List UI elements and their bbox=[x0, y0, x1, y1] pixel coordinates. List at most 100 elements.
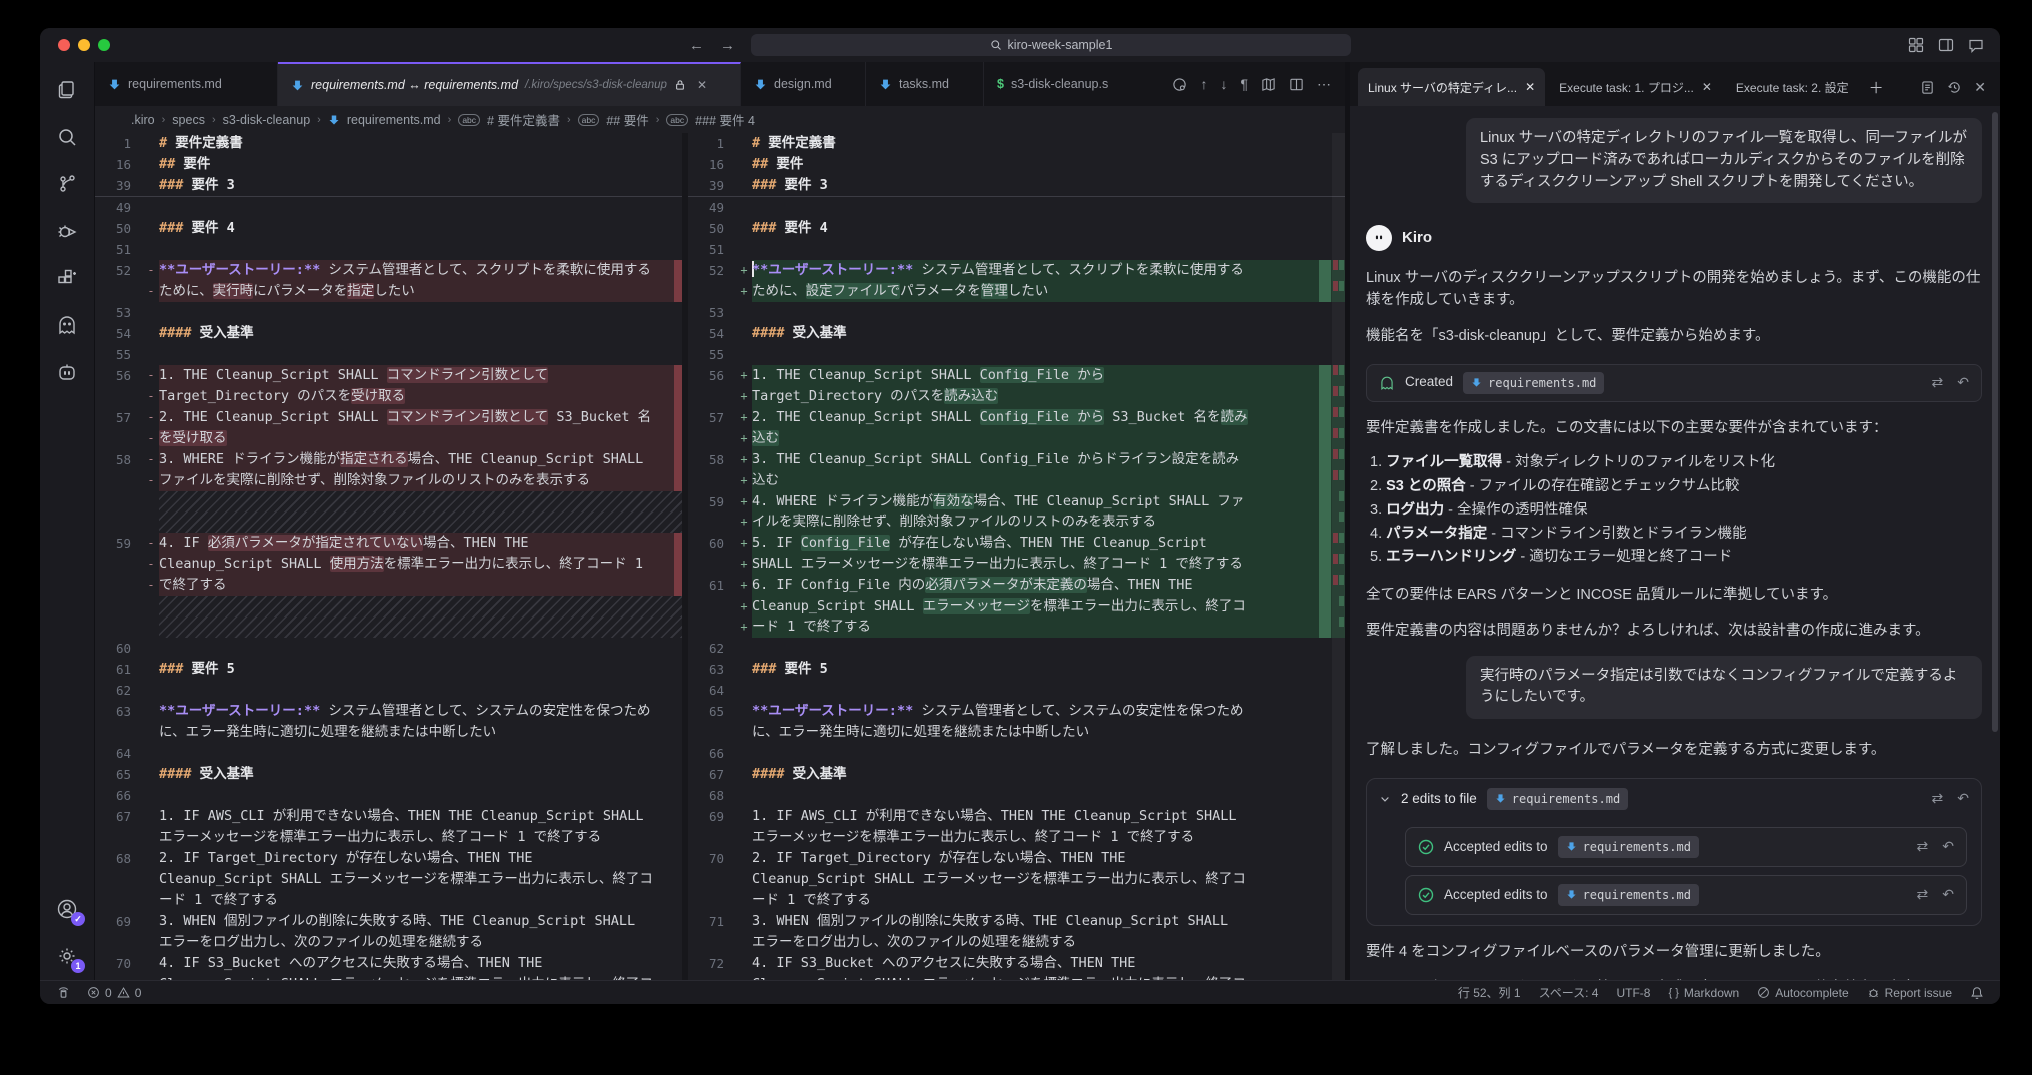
diff-row[interactable]: 51 bbox=[95, 239, 682, 260]
diff-row[interactable]: ード 1 で終了する bbox=[688, 890, 1345, 911]
diff-row[interactable]: 1 # 要件定義書 bbox=[95, 133, 682, 154]
diff-row[interactable]: 54 #### 受入基準 bbox=[95, 323, 682, 344]
settings-gear-icon[interactable]: 1 bbox=[55, 944, 85, 973]
diff-row[interactable]: ード 1 で終了する bbox=[95, 890, 682, 911]
close-window-button[interactable] bbox=[58, 39, 70, 51]
breadcrumb-item[interactable]: ## 要件 bbox=[606, 110, 648, 129]
undo-icon[interactable]: ↶ bbox=[1957, 788, 1969, 809]
whitespace-icon[interactable]: ¶ bbox=[1240, 77, 1248, 91]
diff-row[interactable]: 49 bbox=[95, 197, 682, 218]
tab-design[interactable]: design.md bbox=[741, 62, 866, 106]
accessible-diff-icon[interactable] bbox=[1172, 77, 1187, 92]
diff-row[interactable]: + ために、設定ファイルでパラメータを管理したい bbox=[688, 281, 1345, 302]
diff-row[interactable]: 64 bbox=[95, 743, 682, 764]
diff-row[interactable]: 56 +1. THE Cleanup_Script SHALL Config_Fi… bbox=[688, 365, 1345, 386]
diff-row[interactable]: + 込む bbox=[688, 428, 1345, 449]
undo-icon[interactable]: ↶ bbox=[1942, 884, 1954, 905]
diff-row[interactable]: 65 **ユーザーストーリー:** システム管理者として、システムの安定性を保つた… bbox=[688, 701, 1345, 722]
problems-indicator[interactable]: 0 0 bbox=[87, 986, 141, 1000]
next-change-icon[interactable]: ↓ bbox=[1220, 77, 1227, 91]
diff-row[interactable]: エラーをログ出力し、次のファイルの処理を継続する bbox=[95, 932, 682, 953]
diff-row[interactable]: 70 4. IF S3_Bucket へのアクセスに失敗する場合、THEN THE bbox=[95, 953, 682, 974]
diff-row[interactable]: Cleanup_Script SHALL エラーメッセージを標準エラー出力に表示… bbox=[688, 974, 1345, 980]
diff-row[interactable]: 61 +6. IF Config_File 内の必須パラメータが未定義の場合、TH… bbox=[688, 575, 1345, 596]
diff-row[interactable]: エラーメッセージを標準エラー出力に表示し、終了コード 1 で終了する bbox=[688, 827, 1345, 848]
diff-row[interactable]: 56 -1. THE Cleanup_Script SHALL コマンドライン引数… bbox=[95, 365, 682, 386]
diff-filler-row[interactable] bbox=[95, 491, 682, 512]
run-debug-icon[interactable] bbox=[55, 219, 79, 243]
diff-row[interactable]: Cleanup_Script SHALL エラーメッセージを標準エラー出力に表示… bbox=[95, 869, 682, 890]
diff-row[interactable]: 52 + **ユーザーストーリー:** システム管理者として、スクリプトを柔軟に使用… bbox=[688, 260, 1345, 281]
diff-row[interactable]: 70 2. IF Target_Directory が存在しない場合、THEN T… bbox=[688, 848, 1345, 869]
diff-row[interactable]: 66 bbox=[95, 785, 682, 806]
more-actions-icon[interactable]: ⋯ bbox=[1317, 77, 1331, 91]
open-diff-icon[interactable]: ⇄ bbox=[1932, 788, 1944, 809]
language-mode[interactable]: { } Markdown bbox=[1668, 986, 1739, 1000]
undo-icon[interactable]: ↶ bbox=[1957, 372, 1969, 393]
diff-row[interactable]: 63 **ユーザーストーリー:** システム管理者として、システムの安定性を保つた… bbox=[95, 701, 682, 722]
diff-row[interactable]: Cleanup_Script SHALL エラーメッセージを標準エラー出力に表示… bbox=[688, 869, 1345, 890]
layout-grid-icon[interactable] bbox=[1908, 37, 1924, 53]
diff-row[interactable]: 62 bbox=[95, 680, 682, 701]
diff-row[interactable]: 16 ## 要件 bbox=[95, 154, 682, 175]
diff-row[interactable]: 68 2. IF Target_Directory が存在しない場合、THEN T… bbox=[95, 848, 682, 869]
chat-tab-task1[interactable]: Execute task: 1. プロジ... ✕ bbox=[1549, 68, 1722, 106]
diff-row[interactable]: 58 -3. WHERE ドライラン機能が指定される場合、THE Cleanup_… bbox=[95, 449, 682, 470]
diff-row[interactable]: 16 ## 要件 bbox=[688, 154, 1345, 175]
overview-ruler[interactable] bbox=[1319, 133, 1331, 980]
agent-robot-icon[interactable] bbox=[55, 360, 79, 384]
diff-row[interactable]: 39 ### 要件 3 bbox=[95, 175, 682, 196]
diff-row[interactable]: 53 bbox=[688, 302, 1345, 323]
search-icon[interactable] bbox=[55, 125, 79, 149]
diff-row[interactable]: 61 ### 要件 5 bbox=[95, 659, 682, 680]
diff-row[interactable]: エラーをログ出力し、次のファイルの処理を継続する bbox=[688, 932, 1345, 953]
diff-row[interactable]: 51 bbox=[688, 239, 1345, 260]
indentation[interactable]: スペース: 4 bbox=[1539, 984, 1599, 1001]
diff-row[interactable]: 68 bbox=[688, 785, 1345, 806]
panel-layout-icon[interactable] bbox=[1938, 37, 1954, 53]
open-diff-icon[interactable]: ⇄ bbox=[1917, 836, 1929, 857]
diff-row[interactable]: 55 bbox=[95, 344, 682, 365]
tab-tasks[interactable]: tasks.md bbox=[866, 62, 984, 106]
minimize-window-button[interactable] bbox=[78, 39, 90, 51]
accepted-edit-row[interactable]: Accepted edits to requirements.md ⇄ ↶ bbox=[1405, 874, 1967, 915]
diff-row[interactable]: + イルを実際に削除せず、削除対象ファイルのリストのみを表示する bbox=[688, 512, 1345, 533]
account-icon[interactable]: ✓ bbox=[55, 897, 85, 926]
diff-row[interactable]: 59 -4. IF 必須パラメータが指定されていない場合、THEN THE bbox=[95, 533, 682, 554]
accepted-edit-row[interactable]: Accepted edits to requirements.md ⇄ ↶ bbox=[1405, 826, 1967, 867]
diff-row[interactable]: + ード 1 で終了する bbox=[688, 617, 1345, 638]
breadcrumb-item[interactable]: specs bbox=[172, 113, 205, 127]
close-icon[interactable]: ✕ bbox=[697, 78, 707, 92]
file-chip[interactable]: requirements.md bbox=[1557, 883, 1699, 906]
map-icon[interactable] bbox=[1261, 77, 1276, 92]
diff-row[interactable]: 58 +3. THE Cleanup_Script SHALL Config_Fi… bbox=[688, 449, 1345, 470]
diff-row[interactable]: 67 #### 受入基準 bbox=[688, 764, 1345, 785]
tab-shell-script[interactable]: $ s3-disk-cleanup.s bbox=[984, 62, 1119, 106]
diff-row[interactable]: エラーメッセージを標準エラー出力に表示し、終了コード 1 で終了する bbox=[95, 827, 682, 848]
file-chip[interactable]: requirements.md bbox=[1557, 835, 1699, 858]
diff-row[interactable]: 39 ### 要件 3 bbox=[688, 175, 1345, 196]
diff-row[interactable]: に、エラー発生時に適切に処理を継続または中断したい bbox=[688, 722, 1345, 743]
command-search-input[interactable]: kiro-week-sample1 bbox=[751, 34, 1351, 56]
diff-row[interactable]: 63 ### 要件 5 bbox=[688, 659, 1345, 680]
prev-change-icon[interactable]: ↑ bbox=[1200, 77, 1207, 91]
diff-row[interactable]: 55 bbox=[688, 344, 1345, 365]
diff-filler-row[interactable] bbox=[95, 512, 682, 533]
file-chip[interactable]: requirements.md bbox=[1463, 371, 1605, 394]
diff-row[interactable]: 54 #### 受入基準 bbox=[688, 323, 1345, 344]
diff-row[interactable]: 62 bbox=[688, 638, 1345, 659]
kiro-ghost-icon[interactable] bbox=[55, 313, 79, 337]
back-icon[interactable]: ← bbox=[689, 38, 704, 53]
diff-row[interactable]: 60 +5. IF Config_File が存在しない場合、THEN THE C… bbox=[688, 533, 1345, 554]
encoding[interactable]: UTF-8 bbox=[1616, 986, 1650, 1000]
diff-row[interactable]: 53 bbox=[95, 302, 682, 323]
chat-scrollbar[interactable] bbox=[1992, 112, 1998, 732]
task-list-icon[interactable] bbox=[1920, 80, 1935, 95]
diff-row[interactable]: 59 +4. WHERE ドライラン機能が有効な場合、THE Cleanup_Sc… bbox=[688, 491, 1345, 512]
diff-row[interactable]: + SHALL エラーメッセージを標準エラー出力に表示し、終了コード 1 で終了す… bbox=[688, 554, 1345, 575]
tab-requirements[interactable]: requirements.md bbox=[95, 62, 278, 106]
diff-row[interactable]: - Cleanup_Script SHALL 使用方法を標準エラー出力に表示し、終… bbox=[95, 554, 682, 575]
breadcrumb-item[interactable]: # 要件定義書 bbox=[487, 110, 560, 129]
diff-row[interactable]: 69 3. WHEN 個別ファイルの削除に失敗する時、THE Cleanup_Sc… bbox=[95, 911, 682, 932]
open-diff-icon[interactable]: ⇄ bbox=[1917, 884, 1929, 905]
